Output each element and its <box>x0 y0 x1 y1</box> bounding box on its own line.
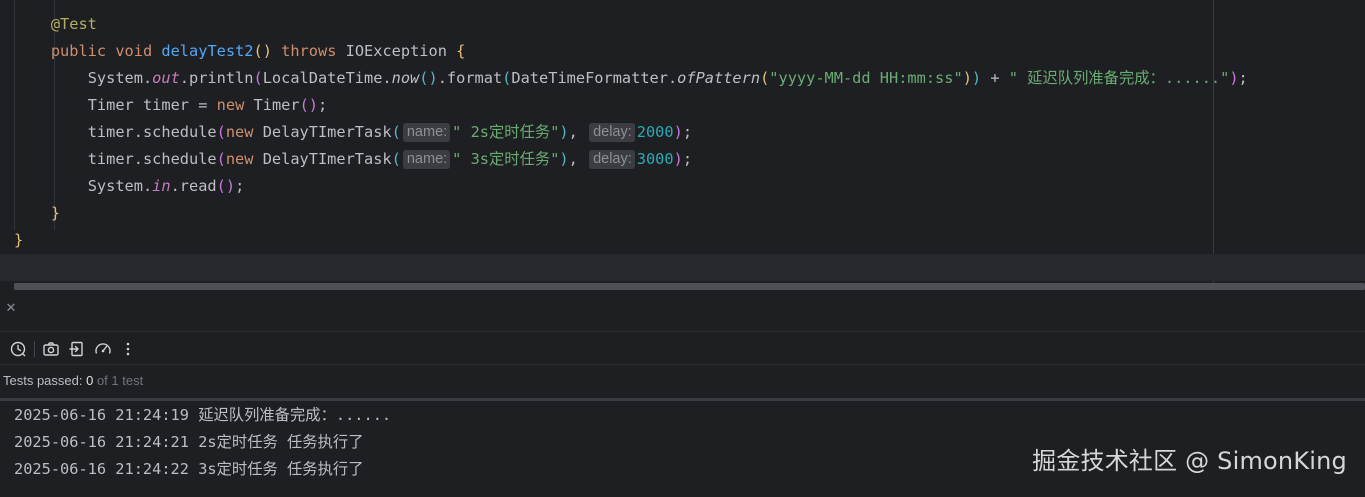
parameter-hint-name: name: <box>402 123 451 142</box>
return-type-keyword: void <box>115 42 153 60</box>
code-line: timer.schedule(new DelayTImerTask(name: "… <box>87 150 693 169</box>
test-annotation: @Test <box>50 15 97 33</box>
throws-keyword: throws <box>281 42 337 60</box>
string-literal: " 2s定时任务" <box>452 123 560 141</box>
parameter-hint-delay: delay: <box>589 150 635 169</box>
code-line: } <box>14 231 24 249</box>
method-name: delayTest2 <box>161 42 254 60</box>
camera-icon[interactable] <box>41 340 61 358</box>
current-line-highlight <box>0 254 1365 281</box>
code-line: timer.schedule(new DelayTImerTask(name: "… <box>87 123 693 142</box>
parameter-hint-delay: delay: <box>589 123 635 142</box>
code-line: } <box>50 204 61 222</box>
code-editor[interactable]: @Test public void delayTest2() throws IO… <box>0 0 1365 283</box>
console-output-line: 2025-06-16 21:24:22 3s定时任务 任务执行了 <box>14 460 364 478</box>
close-icon[interactable]: ✕ <box>4 302 18 316</box>
more-vertical-icon[interactable] <box>118 340 138 358</box>
right-margin-line <box>1213 0 1214 283</box>
toolbar-separator <box>34 341 35 357</box>
code-line: @Test <box>14 11 97 38</box>
console-output-line: 2025-06-16 21:24:21 2s定时任务 任务执行了 <box>14 433 364 451</box>
static-field: out <box>152 69 180 87</box>
tests-total: of 1 test <box>93 373 144 388</box>
modifier-keyword: public <box>50 42 107 60</box>
number-literal: 2000 <box>636 123 674 141</box>
code-line: public void delayTest2() throws IOExcept… <box>50 42 466 60</box>
exception-type: IOException <box>345 42 447 60</box>
test-status-bar: Tests passed: 0 of 1 test <box>0 366 1365 399</box>
static-field: in <box>152 177 171 195</box>
horizontal-scrollbar[interactable] <box>14 283 1365 290</box>
watermark: 掘金技术社区 @ SimonKing <box>1032 447 1347 475</box>
tests-passed-label: Tests passed: <box>3 373 87 388</box>
string-literal: "yyyy-MM-dd HH:mm:ss" <box>769 69 963 87</box>
code-line: Timer timer = new Timer(); <box>87 96 328 114</box>
code-line: System.out.println(LocalDateTime.now().f… <box>87 69 1248 87</box>
parameter-hint-name: name: <box>402 150 451 169</box>
tool-window-tab-bar: ✕ <box>0 290 1365 332</box>
number-literal: 3000 <box>636 150 674 168</box>
run-toolbar <box>0 333 1365 365</box>
code-line: System.in.read(); <box>87 177 245 195</box>
export-icon[interactable] <box>67 340 87 358</box>
string-literal: " 3s定时任务" <box>452 150 560 168</box>
history-icon[interactable] <box>8 340 28 358</box>
run-tool-window: ✕ Tests passed: 0 of 1 test 2025-06-16 2… <box>0 290 1365 497</box>
gauge-icon[interactable] <box>93 340 113 358</box>
string-literal: " 延迟队列准备完成：......" <box>1008 69 1230 87</box>
console-output-line: 2025-06-16 21:24:19 延迟队列准备完成：...... <box>14 406 392 424</box>
output-divider <box>0 398 1365 401</box>
